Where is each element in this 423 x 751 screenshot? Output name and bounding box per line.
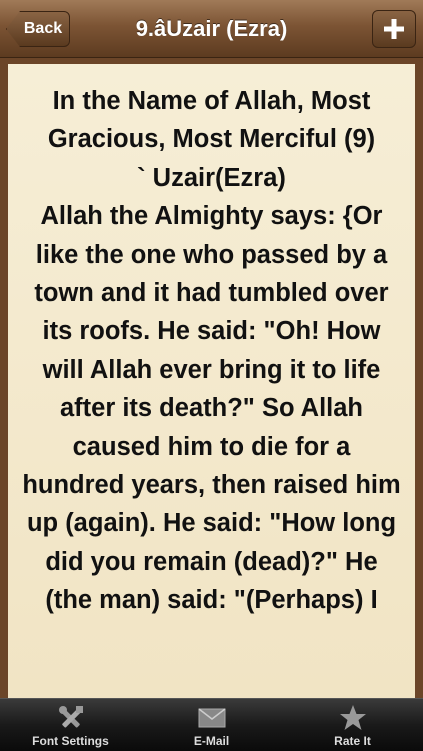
back-button-label: Back: [23, 20, 63, 37]
story-text: In the Name of Allah, Most Gracious, Mos…: [22, 87, 401, 615]
reading-pane[interactable]: In the Name of Allah, Most Gracious, Mos…: [8, 64, 415, 698]
plus-icon: [384, 19, 404, 39]
navigation-bar: Back 9.âUzair (Ezra): [0, 0, 423, 58]
back-button[interactable]: Back: [6, 11, 70, 47]
envelope-icon: [197, 704, 227, 732]
tab-rate-it-label: Rate It: [334, 734, 371, 748]
star-icon: [338, 704, 368, 732]
tab-email[interactable]: E-Mail: [141, 699, 282, 751]
content-frame: In the Name of Allah, Most Gracious, Mos…: [0, 58, 423, 698]
tab-bar: Font Settings E-Mail Rate It: [0, 698, 423, 751]
add-button[interactable]: [372, 10, 416, 48]
tools-icon: [56, 704, 86, 732]
tab-font-settings-label: Font Settings: [32, 734, 109, 748]
tab-font-settings[interactable]: Font Settings: [0, 699, 141, 751]
page-title: 9.âUzair (Ezra): [135, 16, 288, 41]
tab-rate-it[interactable]: Rate It: [282, 699, 423, 751]
tab-email-label: E-Mail: [193, 734, 230, 748]
